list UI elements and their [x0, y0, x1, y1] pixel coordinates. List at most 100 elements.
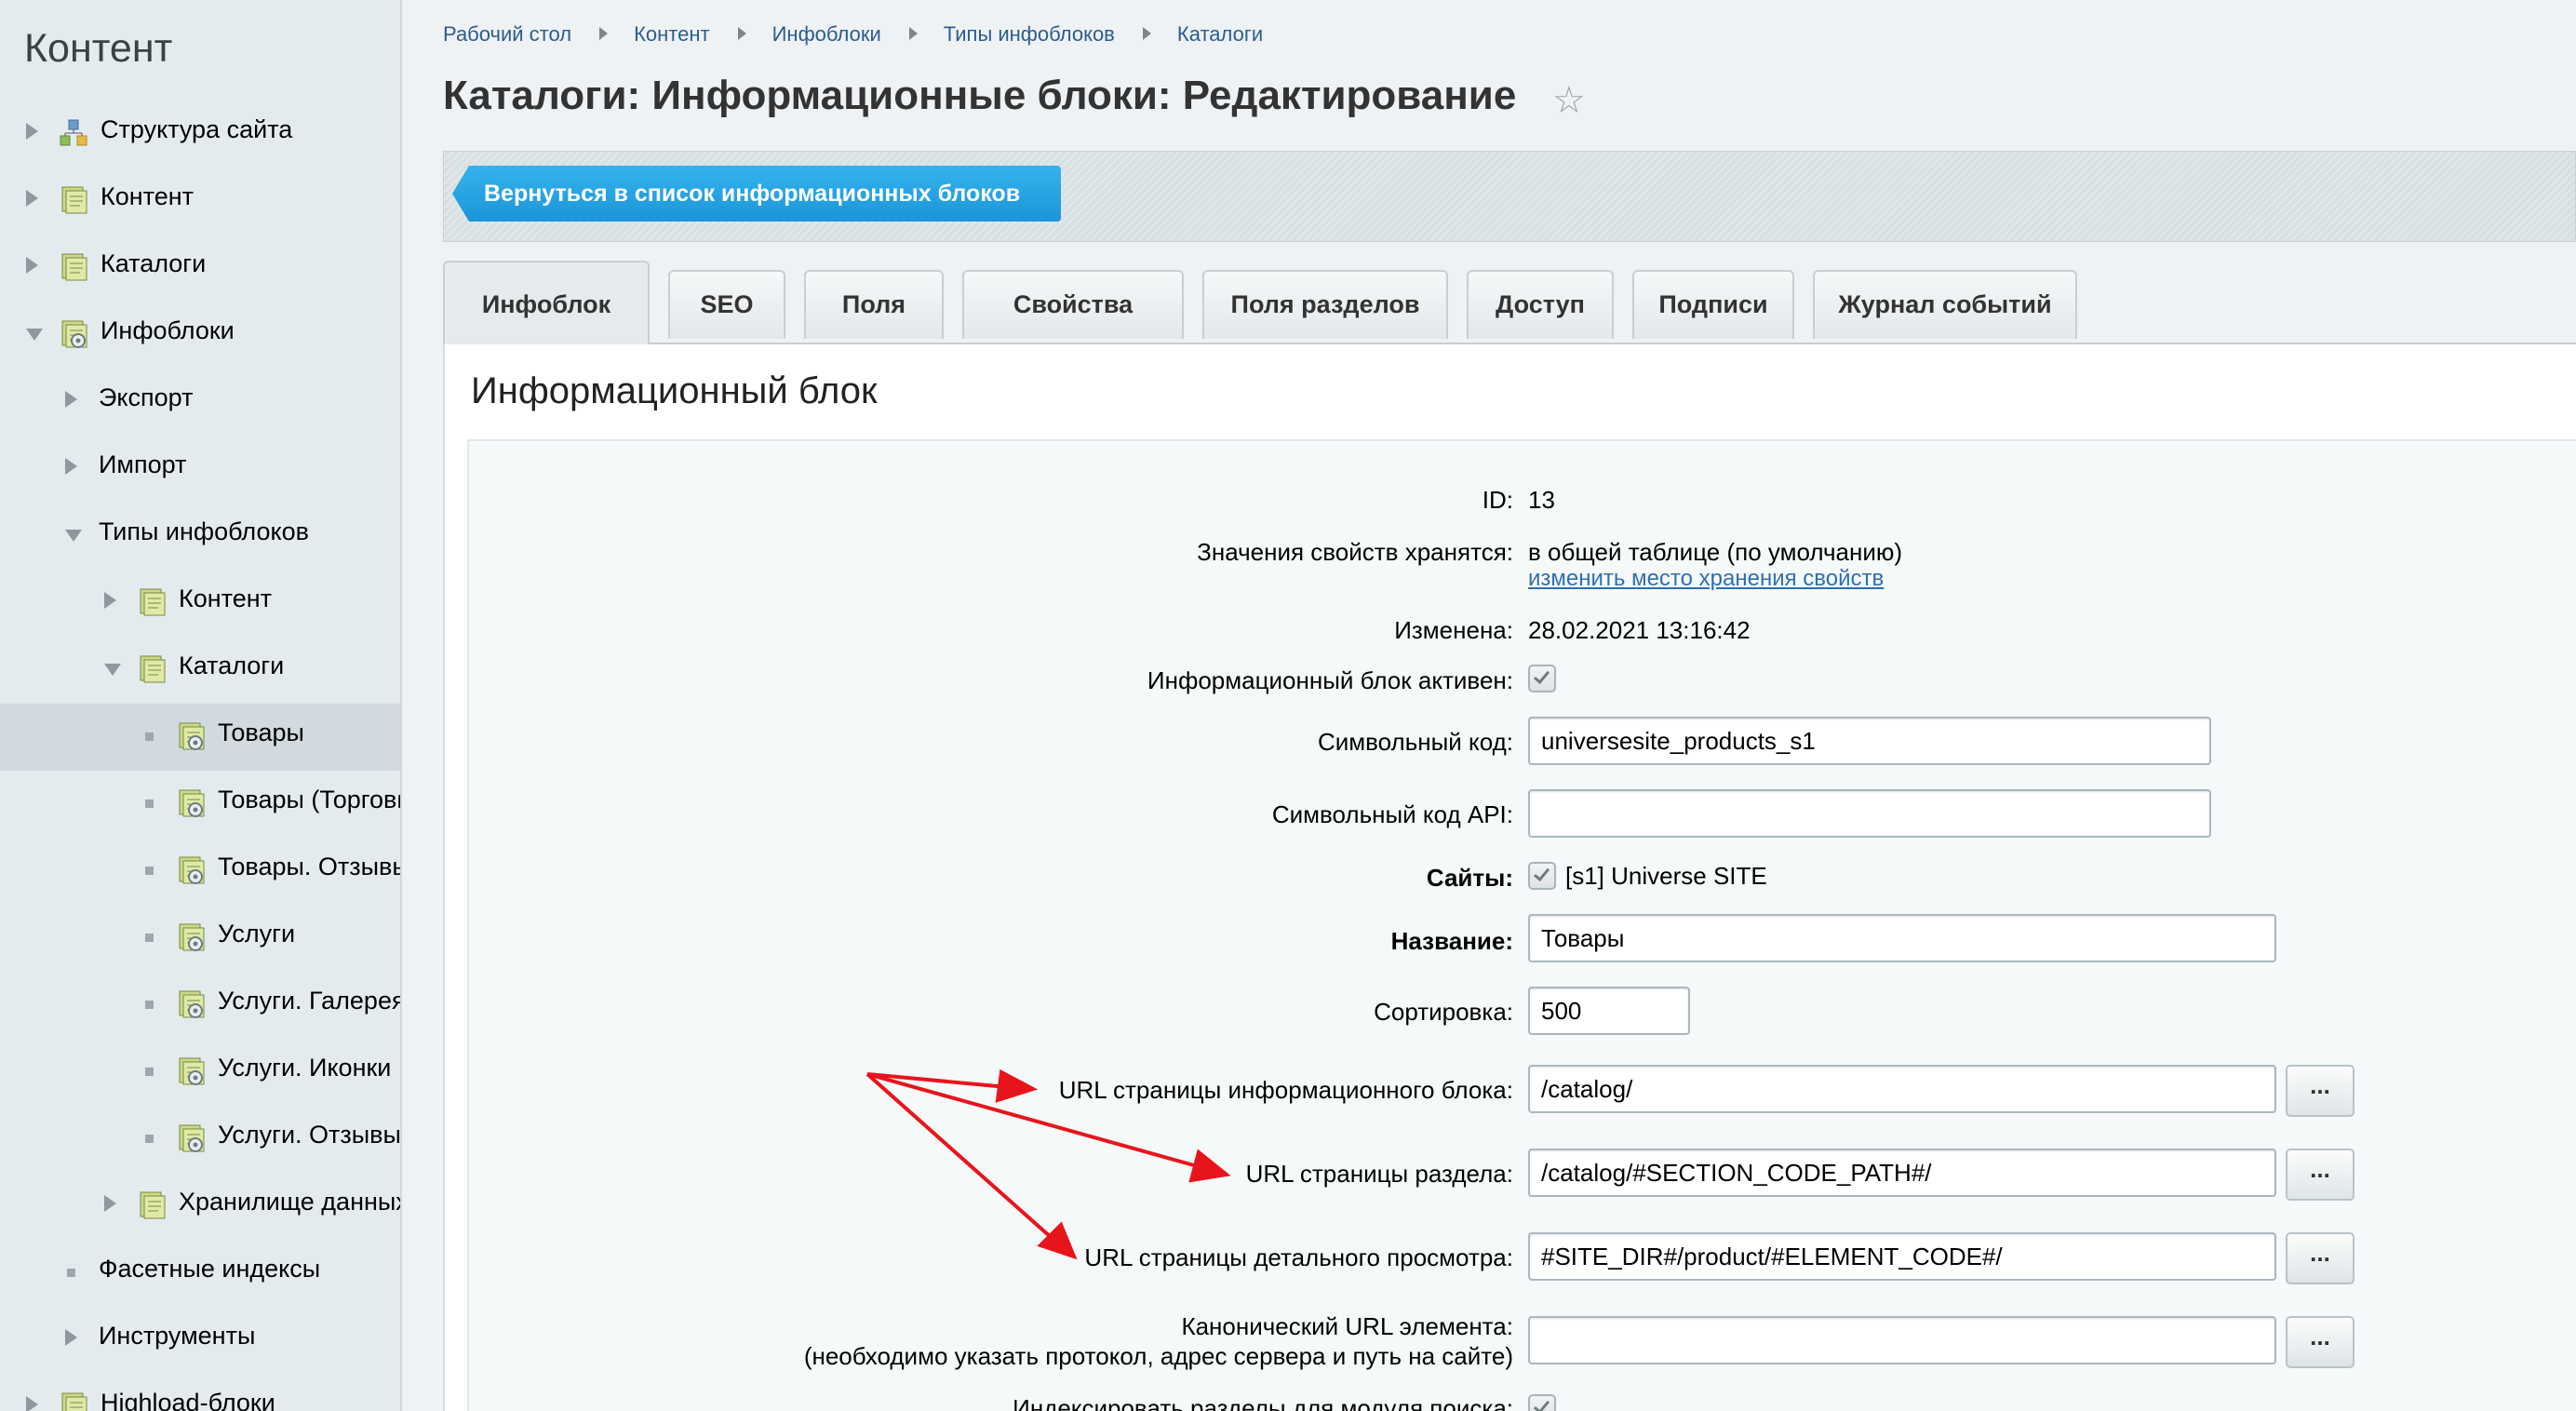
tab-properties[interactable]: Свойства [962, 270, 1184, 339]
name-input[interactable] [1528, 914, 2276, 962]
modified-label: Изменена: [1394, 616, 1513, 644]
sidebar-item[interactable]: Контент [0, 570, 400, 637]
sidebar-item-label: Услуги. Иконки [218, 1054, 392, 1082]
sidebar-item-label: Товары [218, 719, 304, 746]
sidebar-item-label: Услуги [218, 920, 296, 947]
breadcrumb-separator-icon [908, 27, 918, 40]
sidebar-item-label: Экспорт [99, 383, 194, 411]
expand-arrow-icon[interactable] [65, 458, 77, 475]
iblock-settings-icon [177, 788, 205, 818]
tab-section-fields[interactable]: Поля разделов [1202, 270, 1448, 339]
sidebar-item[interactable]: Инфоблоки [0, 302, 400, 369]
storage-value: в общей таблице (по умолчанию) [1528, 538, 1903, 566]
sidebar-item-label: Услуги. Отзывы [218, 1121, 401, 1149]
sidebar-item[interactable]: Инструменты [0, 1307, 400, 1374]
sidebar-item[interactable]: Товары (Торговые предложения) [0, 771, 400, 838]
sidebar-item[interactable]: Типы инфоблоков [0, 503, 400, 570]
iblock-icon [60, 252, 87, 282]
sidebar-title: Контент [24, 26, 173, 71]
expand-arrow-icon[interactable] [65, 391, 77, 408]
section-title: Информационный блок [471, 370, 878, 411]
iblock-settings-icon [177, 989, 205, 1019]
section-url-picker-button[interactable]: ... [2286, 1149, 2355, 1201]
sidebar-item[interactable]: Товары. Отзывы [0, 838, 400, 905]
tab-iblock[interactable]: Инфоблок [443, 261, 650, 344]
bullet-icon [145, 934, 154, 942]
sidebar-item-label: Структура сайта [101, 115, 293, 143]
sidebar-item[interactable]: Товары [0, 704, 400, 771]
code-input[interactable] [1528, 717, 2211, 765]
sidebar-item[interactable]: Highload-блоки [0, 1374, 400, 1411]
detail-url-picker-button[interactable]: ... [2286, 1232, 2355, 1284]
sidebar-item[interactable]: Контент [0, 168, 400, 235]
breadcrumb-link-iblock-types[interactable]: Типы инфоблоков [944, 22, 1115, 47]
iblock-icon [60, 1391, 87, 1411]
sidebar-item[interactable]: Хранилище данных [0, 1173, 402, 1240]
id-label: ID: [1482, 486, 1513, 514]
index-sections-label: Индексировать разделы для модуля поиска: [1013, 1394, 1513, 1411]
sidebar-item[interactable]: Экспорт [0, 369, 400, 436]
site-s1-checkbox[interactable] [1528, 862, 1556, 890]
breadcrumb-link-desktop[interactable]: Рабочий стол [443, 22, 571, 47]
sidebar: Контент Структура сайта Контент Каталоги Ин… [0, 0, 402, 1411]
sidebar-item-label: Инструменты [99, 1322, 256, 1350]
collapse-arrow-icon[interactable] [104, 664, 121, 676]
bullet-icon [145, 1001, 154, 1009]
sidebar-item[interactable]: Услуги. Отзывы [0, 1106, 401, 1173]
collapse-arrow-icon[interactable] [26, 329, 43, 341]
expand-arrow-icon[interactable] [104, 592, 116, 609]
tab-access[interactable]: Доступ [1467, 270, 1614, 339]
expand-arrow-icon[interactable] [65, 1329, 77, 1346]
checkmark-icon [1533, 666, 1550, 685]
sidebar-item[interactable]: Каталоги [0, 637, 400, 704]
canonical-url-input[interactable] [1528, 1316, 2276, 1364]
expand-arrow-icon[interactable] [26, 123, 38, 140]
section-url-input[interactable] [1528, 1149, 2276, 1197]
sidebar-item[interactable]: Структура сайта [0, 101, 400, 168]
iblock-settings-icon [177, 855, 205, 885]
sort-input[interactable] [1528, 987, 1690, 1035]
sidebar-item-label: Типы инфоблоков [99, 517, 309, 545]
active-checkbox[interactable] [1528, 665, 1556, 692]
tab-captions[interactable]: Подписи [1632, 270, 1794, 339]
breadcrumb-link-iblocks[interactable]: Инфоблоки [772, 22, 881, 47]
bullet-icon [145, 732, 154, 741]
breadcrumb-link-content[interactable]: Контент [634, 22, 710, 47]
expand-arrow-icon[interactable] [26, 190, 38, 207]
page-title: Каталоги: Информационные блоки: Редактир… [443, 73, 1517, 118]
list-url-input[interactable] [1528, 1065, 2276, 1113]
sidebar-item[interactable]: Импорт [0, 436, 400, 503]
tab-fields[interactable]: Поля [804, 270, 944, 339]
list-url-label: URL страницы информационного блока: [1058, 1076, 1513, 1104]
expand-arrow-icon[interactable] [104, 1195, 116, 1212]
sidebar-item[interactable]: Фасетные индексы [0, 1240, 400, 1307]
back-to-list-button[interactable]: Вернуться в список информационных блоков [452, 166, 1061, 222]
detail-url-input[interactable] [1528, 1232, 2276, 1281]
tab-seo[interactable]: SEO [668, 270, 785, 339]
sidebar-item[interactable]: Каталоги [0, 235, 400, 302]
id-value: 13 [1528, 486, 1555, 514]
sidebar-item-label: Хранилище данных [179, 1188, 402, 1216]
star-icon[interactable]: ☆ [1552, 79, 1586, 122]
breadcrumb-separator-icon [1142, 27, 1151, 40]
sidebar-item[interactable]: Услуги. Галерея [0, 972, 400, 1039]
sidebar-item-label: Highload-блоки [101, 1389, 275, 1411]
index-sections-checkbox[interactable] [1528, 1394, 1556, 1411]
api-code-input[interactable] [1528, 789, 2211, 838]
section-url-label: URL страницы раздела: [1245, 1160, 1513, 1188]
breadcrumb-separator-icon [737, 27, 746, 40]
expand-arrow-icon[interactable] [26, 257, 38, 274]
collapse-arrow-icon[interactable] [65, 530, 82, 542]
bullet-icon [67, 1269, 75, 1277]
tab-event-log[interactable]: Журнал событий [1813, 270, 2077, 339]
change-storage-link[interactable]: изменить место хранения свойств [1528, 566, 1884, 592]
breadcrumb-link-catalogs[interactable]: Каталоги [1177, 22, 1263, 47]
iblock-icon [138, 654, 166, 684]
list-url-picker-button[interactable]: ... [2286, 1065, 2355, 1117]
sidebar-item[interactable]: Услуги. Иконки [0, 1039, 400, 1106]
sidebar-item[interactable]: Услуги [0, 905, 400, 972]
canonical-url-picker-button[interactable]: ... [2286, 1316, 2355, 1368]
expand-arrow-icon[interactable] [26, 1396, 38, 1411]
sort-label: Сортировка: [1374, 998, 1513, 1026]
code-label: Символьный код: [1317, 728, 1513, 756]
